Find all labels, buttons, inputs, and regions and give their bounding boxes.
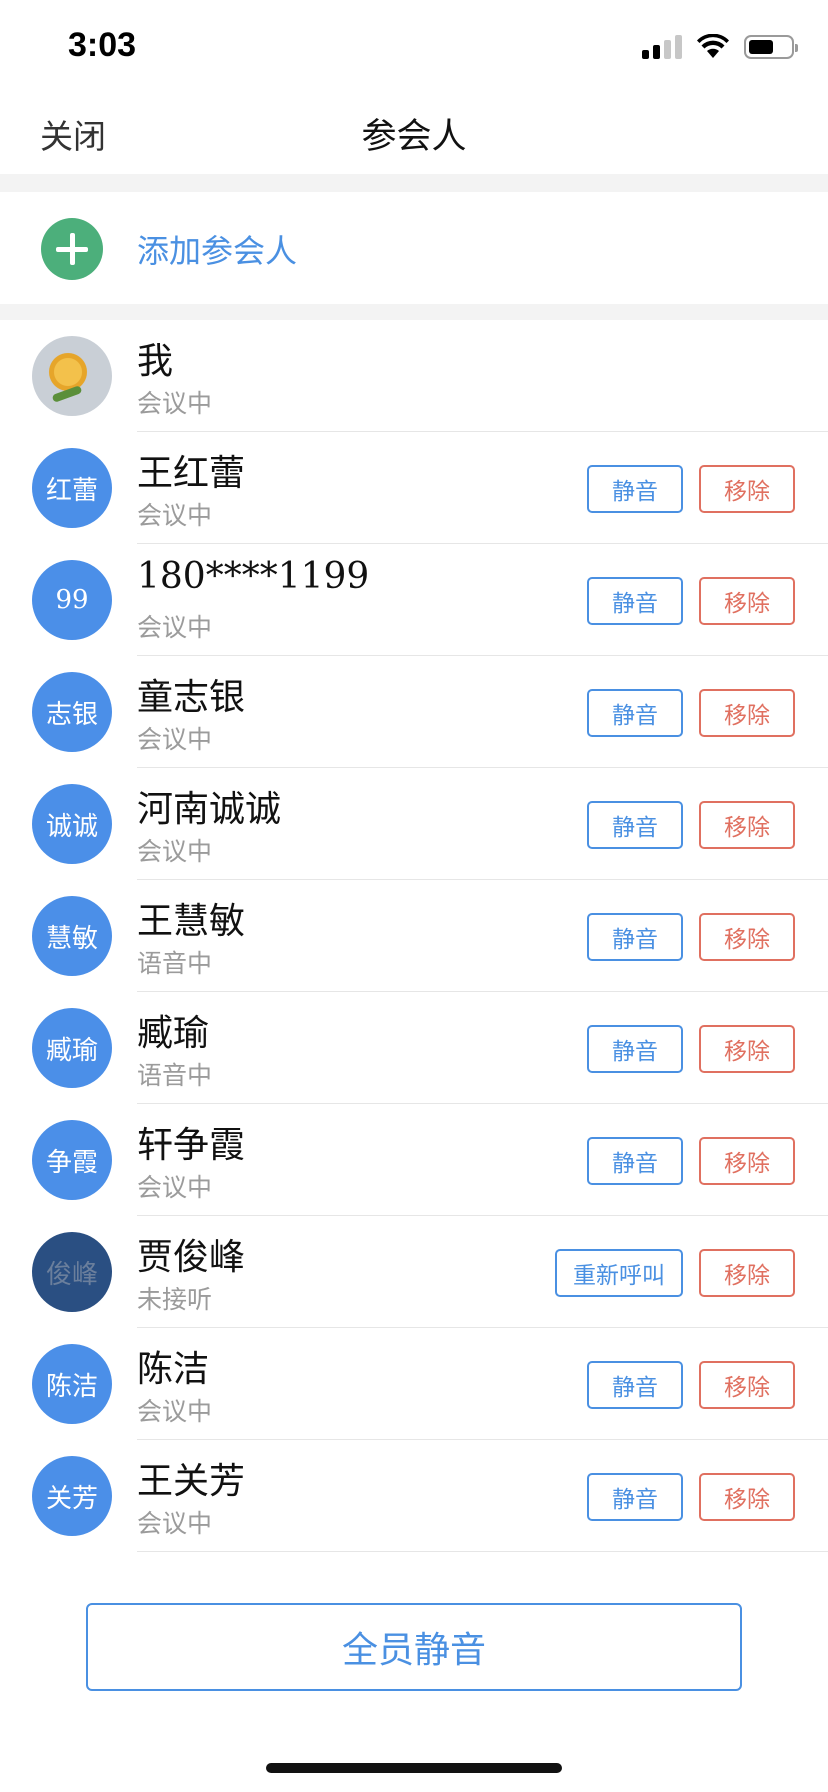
add-participant-row[interactable]: 添加参会人 (0, 192, 828, 304)
status-icons (642, 34, 798, 60)
row-divider (137, 1551, 828, 1552)
participant-name: 180****1199 (137, 556, 370, 597)
avatar: 俊峰 (32, 1232, 112, 1312)
avatar: 关芳 (32, 1456, 112, 1536)
participant-status: 未接听 (137, 1285, 213, 1314)
remove-button[interactable]: 移除 (699, 1137, 795, 1185)
remove-button[interactable]: 移除 (699, 1249, 795, 1297)
avatar (32, 336, 112, 416)
participant-status: 会议中 (137, 613, 213, 642)
avatar: 诚诚 (32, 784, 112, 864)
mute-button[interactable]: 静音 (587, 1025, 683, 1073)
participant-name: 王关芳 (137, 1461, 246, 1502)
participant-name: 我 (137, 341, 174, 382)
participant-name: 臧瑜 (137, 1013, 210, 1054)
participant-name: 轩争霞 (137, 1125, 246, 1166)
section-gap (0, 304, 828, 320)
remove-button[interactable]: 移除 (699, 689, 795, 737)
participant-row[interactable]: 诚诚 河南诚诚会议中 静音 移除 (0, 768, 828, 880)
avatar-photo-detail (51, 385, 83, 403)
participant-name: 王红蕾 (137, 453, 246, 494)
participant-status: 会议中 (137, 837, 213, 866)
mute-button[interactable]: 静音 (587, 1137, 683, 1185)
avatar: 臧瑜 (32, 1008, 112, 1088)
status-bar: 3:03 (0, 0, 828, 92)
participant-status: 会议中 (137, 1509, 213, 1538)
remove-button[interactable]: 移除 (699, 577, 795, 625)
home-indicator[interactable] (266, 1763, 562, 1773)
avatar: 红蕾 (32, 448, 112, 528)
participant-name: 贾俊峰 (137, 1237, 246, 1278)
participant-row[interactable]: 臧瑜 臧瑜 语音中 静音 移除 (0, 992, 828, 1104)
participant-row[interactable]: 俊峰 贾俊峰未接听 重新呼叫 移除 (0, 1216, 828, 1328)
mute-button[interactable]: 静音 (587, 913, 683, 961)
mute-button[interactable]: 静音 (587, 689, 683, 737)
page-title: 参会人 (361, 117, 467, 157)
participant-name: 王慧敏 (137, 901, 246, 942)
participant-row[interactable]: 关芳 王关芳会议中 静音 移除 (0, 1440, 828, 1552)
wifi-icon (697, 34, 729, 58)
remove-button[interactable]: 移除 (699, 1361, 795, 1409)
participant-row[interactable]: 我会议中 (0, 320, 828, 432)
participant-row[interactable]: 99 180****1199 会议中 静音 移除 (0, 544, 828, 656)
mute-all-button[interactable]: 全员静音 (86, 1603, 742, 1691)
avatar: 99 (32, 560, 112, 640)
status-time: 3:03 (68, 26, 137, 64)
remove-button[interactable]: 移除 (699, 913, 795, 961)
participant-status: 语音中 (137, 1061, 213, 1090)
battery-icon (744, 35, 798, 59)
remove-button[interactable]: 移除 (699, 465, 795, 513)
participant-row[interactable]: 陈洁 陈洁 会议中 静音 移除 (0, 1328, 828, 1440)
participant-list[interactable]: 我会议中 红蕾 王红蕾 会议中 静音 移除 99 180****1199 会议中 静音 移除 志银 童志… (0, 320, 828, 1570)
participant-row[interactable]: 志银 童志银会议中 静音 移除 (0, 656, 828, 768)
remove-button[interactable]: 移除 (699, 801, 795, 849)
mute-button[interactable]: 静音 (587, 1361, 683, 1409)
avatar: 争霞 (32, 1120, 112, 1200)
mute-button[interactable]: 静音 (587, 465, 683, 513)
participant-status: 会议中 (137, 725, 213, 754)
nav-bar: 关闭 参会人 (0, 92, 828, 174)
mute-button[interactable]: 静音 (587, 577, 683, 625)
participant-row[interactable]: 红蕾 王红蕾会议中 静音 移除 (0, 432, 828, 544)
participant-name: 陈洁 (137, 1349, 210, 1390)
add-participant-label: 添加参会人 (137, 232, 298, 270)
participant-name: 河南诚诚 (137, 789, 282, 830)
participant-name: 童志银 (137, 677, 246, 718)
section-gap (0, 174, 828, 192)
participant-status: 会议中 (137, 1173, 213, 1202)
participant-row[interactable]: 争霞 轩争霞会议中 静音 移除 (0, 1104, 828, 1216)
recall-button[interactable]: 重新呼叫 (555, 1249, 683, 1297)
avatar: 慧敏 (32, 896, 112, 976)
participant-status: 语音中 (137, 949, 213, 978)
remove-button[interactable]: 移除 (699, 1473, 795, 1521)
mute-button[interactable]: 静音 (587, 1473, 683, 1521)
participant-status: 会议中 (137, 389, 213, 418)
participant-status: 会议中 (137, 501, 213, 530)
participant-row[interactable]: 慧敏 王慧敏语音中 静音 移除 (0, 880, 828, 992)
remove-button[interactable]: 移除 (699, 1025, 795, 1073)
avatar: 陈洁 (32, 1344, 112, 1424)
cellular-signal-icon (642, 35, 682, 59)
add-circle-icon (41, 218, 103, 280)
avatar: 志银 (32, 672, 112, 752)
mute-button[interactable]: 静音 (587, 801, 683, 849)
participant-status: 会议中 (137, 1397, 213, 1426)
